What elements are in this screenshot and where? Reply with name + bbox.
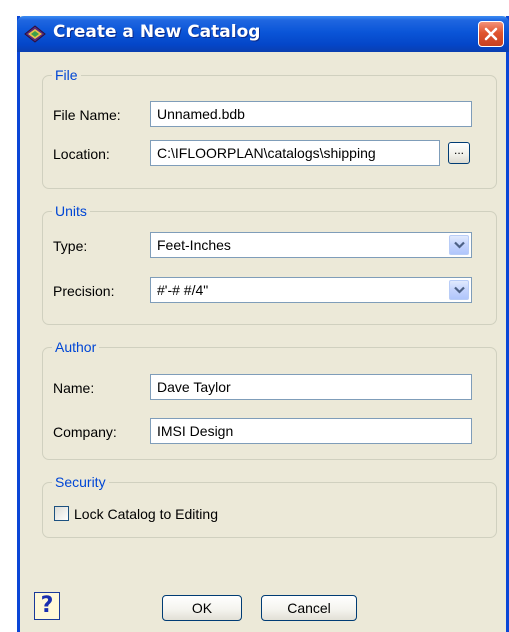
author-group-legend: Author	[52, 338, 100, 356]
company-label: Company:	[53, 424, 117, 440]
security-group-legend: Security	[52, 473, 109, 491]
precision-select[interactable]: #'-# #/4"	[150, 277, 472, 303]
file-name-label: File Name:	[53, 107, 121, 123]
precision-dropdown-button[interactable]	[449, 280, 469, 300]
author-group: Author Name: Dave Taylor Company: IMSI D…	[42, 338, 497, 460]
file-group-legend: File	[52, 66, 81, 84]
chevron-down-icon	[454, 241, 465, 249]
help-question-icon: ?	[40, 593, 54, 618]
units-group: Units Type: Feet-Inches Precision: #'-# …	[42, 202, 497, 325]
author-name-label: Name:	[53, 380, 95, 396]
type-label: Type:	[53, 238, 88, 254]
location-field[interactable]: C:\IFLOORPLAN\catalogs\shipping	[150, 140, 440, 166]
close-button[interactable]	[478, 21, 504, 47]
type-dropdown-button[interactable]	[449, 235, 469, 255]
browse-location-button[interactable]: ...	[448, 142, 470, 164]
lock-catalog-checkbox[interactable]	[54, 506, 69, 521]
file-name-field[interactable]: Unnamed.bdb	[150, 101, 472, 127]
type-select[interactable]: Feet-Inches	[150, 232, 472, 258]
units-group-legend: Units	[52, 202, 90, 220]
close-icon	[484, 27, 498, 41]
location-label: Location:	[53, 146, 110, 162]
cancel-button[interactable]: Cancel	[261, 595, 357, 621]
catalog-book-icon	[23, 23, 47, 45]
dialog-title: Create a New Catalog	[53, 22, 261, 42]
ok-button[interactable]: OK	[162, 595, 242, 621]
security-group: Security Lock Catalog to Editing	[42, 473, 497, 538]
company-field[interactable]: IMSI Design	[150, 418, 472, 444]
help-button[interactable]: ?	[34, 592, 60, 620]
precision-label: Precision:	[53, 283, 115, 299]
chevron-down-icon	[454, 286, 465, 294]
file-group: File File Name: Unnamed.bdb Location: C:…	[42, 66, 497, 189]
create-catalog-dialog: Create a New Catalog File File Name: Unn…	[17, 16, 509, 632]
lock-catalog-label[interactable]: Lock Catalog to Editing	[74, 505, 218, 523]
title-bar[interactable]: Create a New Catalog	[17, 16, 509, 52]
precision-select-value: #'-# #/4"	[157, 282, 209, 298]
author-name-field[interactable]: Dave Taylor	[150, 374, 472, 400]
type-select-value: Feet-Inches	[157, 237, 231, 253]
